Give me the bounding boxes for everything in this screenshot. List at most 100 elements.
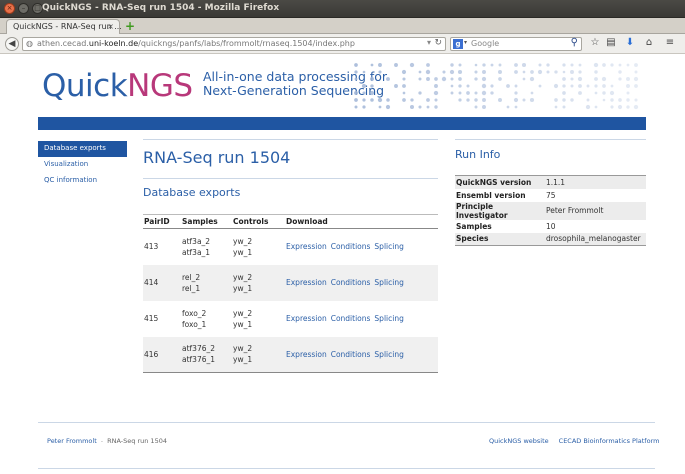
control-name: yw_2 bbox=[233, 272, 253, 282]
decorative-dot bbox=[546, 63, 550, 67]
decorative-dot bbox=[354, 70, 358, 74]
decorative-dot bbox=[474, 98, 478, 102]
quickngs-logo[interactable]: QuickNGS bbox=[42, 68, 193, 104]
decorative-dot bbox=[354, 63, 358, 67]
decorative-dot bbox=[529, 76, 535, 82]
conditions-link[interactable]: Conditions bbox=[331, 278, 371, 287]
decorative-dot bbox=[370, 63, 374, 67]
decorative-dot bbox=[458, 98, 462, 102]
splicing-link[interactable]: Splicing bbox=[374, 314, 403, 323]
decorative-dot bbox=[481, 90, 487, 96]
decorative-dot bbox=[562, 70, 566, 74]
decorative-dot bbox=[593, 62, 599, 68]
new-tab-button[interactable]: + bbox=[125, 19, 135, 33]
decorative-dot bbox=[362, 91, 366, 95]
globe-icon: ◍ bbox=[26, 39, 33, 48]
window-close-button[interactable]: × bbox=[4, 3, 15, 14]
header-banner-bar bbox=[38, 117, 646, 130]
decorative-dot bbox=[498, 63, 502, 67]
info-row: Principle Investigator Peter Frommolt bbox=[455, 201, 646, 220]
search-bar[interactable]: g ▾ Google ⚲ bbox=[450, 37, 582, 51]
sample-name: atf376_2 bbox=[182, 344, 216, 354]
google-icon[interactable]: g bbox=[453, 39, 463, 49]
downloads-icon[interactable]: ⬇ bbox=[623, 37, 637, 48]
decorative-dot bbox=[450, 63, 454, 67]
sidebar-item-visualization[interactable]: Visualization bbox=[38, 157, 127, 173]
decorative-dot bbox=[570, 63, 574, 67]
url-dropdown-icon[interactable]: ▾ bbox=[427, 38, 431, 47]
url-domain: uni-koeln.de bbox=[88, 39, 139, 48]
sidebar-item-database-exports[interactable]: Database exports bbox=[38, 141, 127, 157]
decorative-dot bbox=[410, 98, 414, 102]
controls-cell: yw_2 yw_1 bbox=[232, 336, 285, 373]
decorative-dot bbox=[402, 77, 406, 81]
url-bar[interactable]: ◍ athen.cecad.uni-koeln.de/quickngs/panf… bbox=[22, 37, 446, 51]
expression-link[interactable]: Expression bbox=[286, 278, 327, 287]
decorative-dot bbox=[562, 84, 566, 88]
conditions-link[interactable]: Conditions bbox=[331, 314, 371, 323]
decorative-dot bbox=[529, 97, 535, 103]
decorative-dot bbox=[418, 77, 422, 81]
decorative-dot bbox=[537, 69, 543, 75]
window-minimize-button[interactable]: – bbox=[18, 3, 29, 14]
conditions-link[interactable]: Conditions bbox=[331, 350, 371, 359]
footer-author-link[interactable]: Peter Frommolt bbox=[47, 437, 97, 445]
decorative-dot bbox=[586, 84, 590, 88]
expression-link[interactable]: Expression bbox=[286, 314, 327, 323]
decorative-dot bbox=[553, 83, 559, 89]
decorative-dot bbox=[594, 91, 598, 95]
decorative-dot bbox=[594, 77, 598, 81]
info-key: Ensembl version bbox=[456, 190, 526, 200]
pair-id: 415 bbox=[144, 314, 159, 323]
decorative-dot bbox=[418, 105, 422, 109]
footer-credits: Peter Frommolt - RNA-Seq run 1504 bbox=[47, 437, 167, 445]
controls-cell: yw_2 yw_1 bbox=[232, 301, 285, 337]
decorative-dot bbox=[610, 84, 614, 88]
column-header-pairid: PairID bbox=[143, 214, 181, 229]
decorative-dot bbox=[562, 105, 566, 109]
database-exports-table: PairID Samples Controls Download 413 atf… bbox=[143, 214, 438, 373]
decorative-dot bbox=[474, 63, 478, 67]
splicing-link[interactable]: Splicing bbox=[374, 350, 403, 359]
decorative-dot bbox=[466, 91, 470, 95]
decorative-dot bbox=[498, 70, 502, 74]
controls-cell: yw_2 yw_1 bbox=[232, 229, 285, 265]
expression-link[interactable]: Expression bbox=[286, 350, 327, 359]
decorative-dot bbox=[426, 63, 430, 67]
decorative-dot bbox=[402, 91, 406, 95]
decorative-dot bbox=[450, 91, 454, 95]
menu-icon[interactable]: ≡ bbox=[663, 37, 677, 48]
tab-close-icon[interactable]: × bbox=[107, 22, 114, 31]
browser-tab[interactable]: QuickNGS - RNA-Seq run ... × bbox=[6, 19, 122, 35]
decorative-dot bbox=[385, 104, 391, 110]
search-engine-dropdown-icon[interactable]: ▾ bbox=[464, 39, 467, 46]
table-header-row: PairID Samples Controls Download bbox=[143, 214, 438, 229]
bookmark-star-icon[interactable]: ☆ bbox=[588, 37, 602, 48]
expression-link[interactable]: Expression bbox=[286, 242, 327, 251]
decorative-dot bbox=[602, 98, 606, 102]
sample-name: foxo_1 bbox=[182, 319, 207, 329]
splicing-link[interactable]: Splicing bbox=[374, 242, 403, 251]
bookmarks-menu-icon[interactable]: ▤ bbox=[604, 37, 618, 48]
sidebar-item-qc-information[interactable]: QC information bbox=[38, 173, 127, 189]
back-arrow-icon[interactable]: ◀ bbox=[5, 37, 19, 51]
decorative-dot bbox=[586, 98, 590, 102]
reload-icon[interactable]: ↻ bbox=[434, 38, 442, 48]
footer-page-name: RNA-Seq run 1504 bbox=[107, 437, 167, 445]
splicing-link[interactable]: Splicing bbox=[374, 278, 403, 287]
decorative-dot bbox=[578, 91, 582, 95]
info-key: Samples bbox=[456, 221, 492, 231]
conditions-link[interactable]: Conditions bbox=[331, 242, 371, 251]
home-icon[interactable]: ⌂ bbox=[642, 37, 656, 48]
decorative-dot bbox=[458, 63, 462, 67]
decorative-dot bbox=[362, 105, 366, 109]
footer-link-quickngs-website[interactable]: QuickNGS website bbox=[489, 437, 549, 445]
search-icon[interactable]: ⚲ bbox=[571, 37, 578, 48]
decorative-dot bbox=[354, 91, 358, 95]
info-row: Samples 10 bbox=[455, 220, 646, 233]
footer-link-cecad-platform[interactable]: CECAD Bioinformatics Platform bbox=[559, 437, 660, 445]
decorative-dot bbox=[609, 90, 615, 96]
table-row: 413 atf3a_2 atf3a_1 yw_2 yw_1 Expression Co… bbox=[143, 229, 438, 265]
download-cell: Expression Conditions Splicing bbox=[285, 301, 438, 337]
control-name: yw_1 bbox=[233, 283, 253, 293]
